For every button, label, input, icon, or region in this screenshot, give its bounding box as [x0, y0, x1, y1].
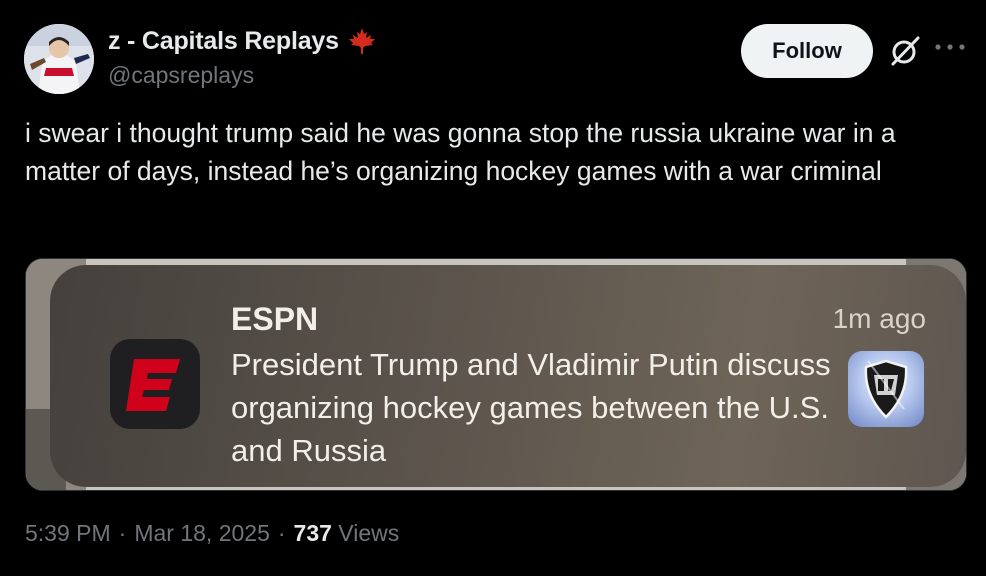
avatar[interactable]: [24, 24, 94, 94]
meta-separator: ·: [118, 520, 127, 546]
tweet-date[interactable]: Mar 18, 2025: [134, 520, 270, 547]
notification-card[interactable]: ESPN 1m ago President Trump and Vladimir…: [50, 265, 966, 487]
maple-leaf-icon: [348, 28, 375, 54]
grok-icon[interactable]: [887, 33, 923, 69]
more-icon[interactable]: [933, 40, 967, 54]
views-count: 737: [293, 520, 332, 546]
notification-app-name: ESPN: [231, 301, 319, 337]
espn-icon: [110, 339, 200, 429]
tweet-text: i swear i thought trump said he was gonn…: [25, 118, 896, 186]
author-name-row[interactable]: z - Capitals Replays: [108, 26, 377, 56]
tweet-meta: 5:39 PM · Mar 18, 2025 · 737 Views: [25, 520, 399, 547]
views-label: Views: [338, 520, 400, 546]
views[interactable]: 737 Views: [294, 520, 400, 547]
nhl-logo: [848, 351, 924, 427]
display-name[interactable]: z - Capitals Replays: [108, 27, 339, 56]
tweet-media[interactable]: ESPN 1m ago President Trump and Vladimir…: [25, 258, 967, 491]
meta-separator: ·: [277, 520, 286, 546]
follow-button[interactable]: Follow: [741, 24, 873, 78]
tweet-time[interactable]: 5:39 PM: [25, 520, 111, 547]
avatar-image: [24, 24, 94, 94]
author-handle[interactable]: @capsreplays: [108, 62, 254, 89]
notification-time: 1m ago: [832, 303, 926, 334]
notification-body: President Trump and Vladimir Putin discu…: [231, 347, 831, 468]
